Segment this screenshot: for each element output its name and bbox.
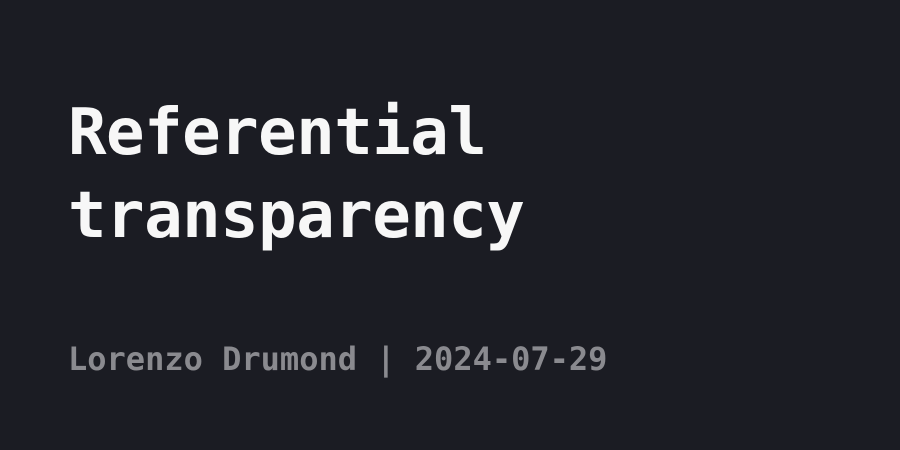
title-card: Referential transparency Lorenzo Drumond… — [0, 0, 900, 450]
post-title: Referential transparency — [68, 96, 525, 254]
author-date-line: Lorenzo Drumond | 2024-07-29 — [68, 340, 608, 378]
